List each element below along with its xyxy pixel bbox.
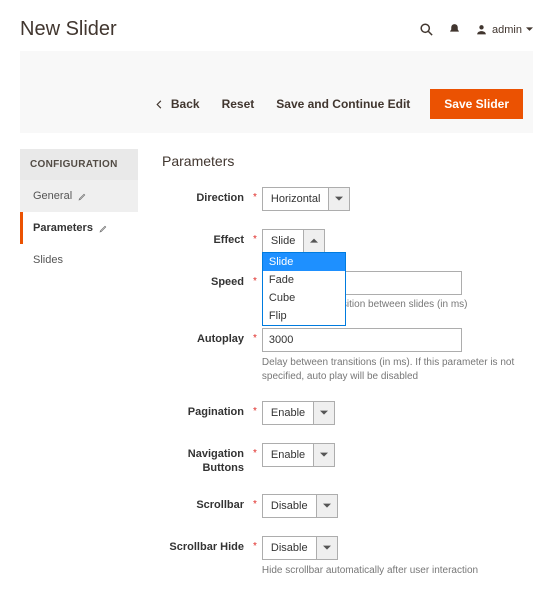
- save-button[interactable]: Save Slider: [430, 89, 523, 119]
- chevron-down-icon[interactable]: [316, 536, 338, 560]
- effect-label: Effect: [160, 229, 250, 246]
- required-marker: *: [253, 271, 257, 287]
- effect-option[interactable]: Flip: [263, 307, 345, 325]
- scrollbar-hide-select[interactable]: Disable: [262, 536, 338, 560]
- direction-label: Direction: [160, 187, 250, 204]
- chevron-down-icon[interactable]: [313, 443, 335, 467]
- back-button[interactable]: Back: [152, 91, 202, 117]
- section-title: Parameters: [162, 153, 533, 169]
- sidebar-item-label: Parameters: [33, 222, 93, 234]
- effect-select[interactable]: Slide: [262, 229, 325, 253]
- reset-button[interactable]: Reset: [220, 91, 257, 117]
- account-menu[interactable]: admin: [475, 23, 533, 36]
- autoplay-input[interactable]: [262, 328, 462, 352]
- effect-dropdown: Slide Fade Cube Flip: [262, 252, 346, 326]
- chevron-down-icon[interactable]: [316, 494, 338, 518]
- sidebar-item-general[interactable]: General: [20, 180, 138, 212]
- effect-value: Slide: [262, 229, 304, 253]
- pagination-value: Enable: [262, 401, 314, 425]
- required-marker: *: [253, 443, 257, 459]
- required-marker: *: [253, 401, 257, 417]
- required-marker: *: [253, 494, 257, 510]
- required-marker: *: [253, 536, 257, 552]
- direction-select[interactable]: Horizontal: [262, 187, 351, 211]
- page-title: New Slider: [20, 18, 419, 41]
- effect-option[interactable]: Fade: [263, 271, 345, 289]
- sidebar-item-slides[interactable]: Slides: [20, 244, 138, 276]
- save-continue-button[interactable]: Save and Continue Edit: [274, 91, 412, 117]
- scrollbar-hide-label: Scrollbar Hide: [160, 536, 250, 553]
- pencil-icon: [78, 192, 87, 201]
- chevron-up-icon[interactable]: [303, 229, 325, 253]
- nav-label: Navigation Buttons: [160, 443, 250, 476]
- sidebar: CONFIGURATION General Parameters Slides: [20, 149, 138, 276]
- speed-label: Speed: [160, 271, 250, 288]
- search-icon[interactable]: [419, 22, 434, 37]
- nav-value: Enable: [262, 443, 314, 467]
- account-label: admin: [492, 24, 522, 36]
- scrollbar-value: Disable: [262, 494, 317, 518]
- scrollbar-hide-value: Disable: [262, 536, 317, 560]
- effect-option[interactable]: Cube: [263, 289, 345, 307]
- chevron-down-icon[interactable]: [313, 401, 335, 425]
- pencil-icon: [99, 224, 108, 233]
- sidebar-item-parameters[interactable]: Parameters: [20, 212, 138, 244]
- required-marker: *: [253, 187, 257, 203]
- pagination-select[interactable]: Enable: [262, 401, 335, 425]
- sidebar-heading: CONFIGURATION: [20, 149, 138, 180]
- pagination-label: Pagination: [160, 401, 250, 418]
- required-marker: *: [253, 229, 257, 245]
- scrollbar-label: Scrollbar: [160, 494, 250, 511]
- autoplay-hint: Delay between transitions (in ms). If th…: [262, 356, 522, 383]
- nav-select[interactable]: Enable: [262, 443, 335, 467]
- chevron-down-icon[interactable]: [328, 187, 350, 211]
- autoplay-label: Autoplay: [160, 328, 250, 345]
- scrollbar-hide-hint: Hide scrollbar automatically after user …: [262, 564, 533, 578]
- direction-value: Horizontal: [262, 187, 330, 211]
- sidebar-item-label: General: [33, 190, 72, 202]
- action-bar: Back Reset Save and Continue Edit Save S…: [20, 51, 533, 133]
- scrollbar-select[interactable]: Disable: [262, 494, 338, 518]
- effect-option[interactable]: Slide: [263, 253, 345, 271]
- notifications-icon[interactable]: [448, 23, 461, 36]
- sidebar-item-label: Slides: [33, 254, 63, 266]
- required-marker: *: [253, 328, 257, 344]
- back-label: Back: [171, 97, 200, 111]
- speed-hint: sition between slides (in ms): [342, 299, 533, 310]
